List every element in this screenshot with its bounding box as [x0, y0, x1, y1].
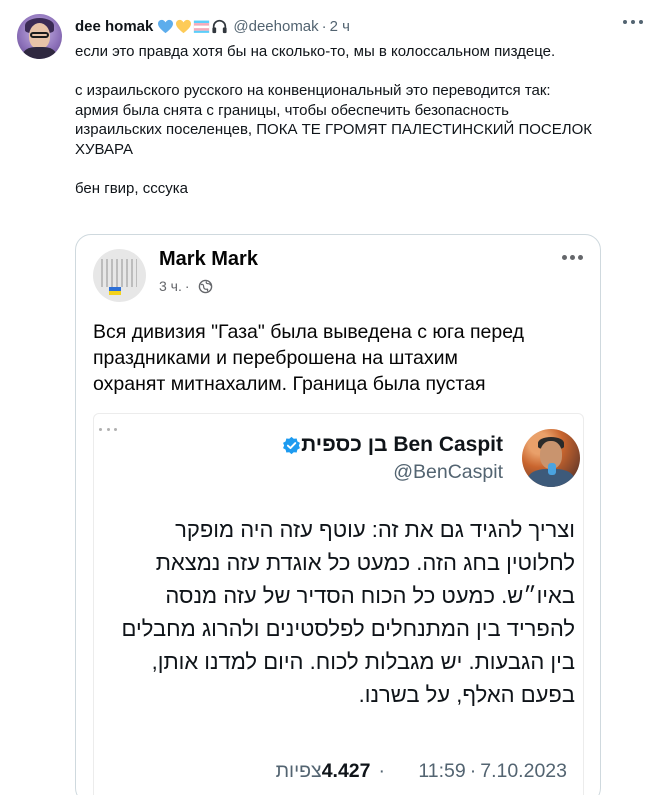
- quote-author-name[interactable]: Mark Mark: [159, 248, 258, 271]
- quote-meta: 3 ч. ·: [159, 278, 213, 294]
- author-handle[interactable]: @deehomak: [233, 18, 318, 35]
- ukraine-flag-icon: [109, 287, 121, 295]
- embedded-time: 11:59: [418, 760, 466, 782]
- avatar[interactable]: [17, 14, 62, 59]
- views-count: 4.427: [321, 760, 371, 782]
- verified-badge-icon: [283, 436, 301, 454]
- text-line: Вся дивизия "Газа" была выведена с юга п…: [93, 321, 524, 343]
- author-name[interactable]: dee homak: [75, 18, 153, 35]
- blue-heart-icon: [158, 19, 174, 33]
- more-options-icon[interactable]: [623, 14, 643, 30]
- embedded-views: צפיות 4.427 ·: [276, 760, 389, 783]
- separator: ·: [378, 760, 386, 782]
- text-line: праздниками и переброшена на штахим: [93, 347, 458, 369]
- text-line: וצריך להגיד גם את זה: עוטף עזה היה מופקר: [175, 517, 575, 542]
- tweet: dee homak @deehomak · 2 ч если это правд…: [0, 0, 655, 795]
- quote-more-options-icon[interactable]: [562, 254, 583, 260]
- text-line: охранят митнахалим. Граница была пустая: [93, 373, 486, 395]
- avatar: [522, 429, 580, 487]
- attached-image[interactable]: Mark Mark 3 ч. · Вся дивизия "Газа" была…: [75, 234, 601, 795]
- text-line: באיו״ש. כמעט כל הכוח הסדיר של עזה מנסה: [165, 583, 575, 608]
- more-options-icon: [99, 428, 117, 432]
- separator: ·: [469, 760, 477, 782]
- tweet-text: если это правда хотя бы на сколько-то, м…: [75, 42, 635, 198]
- text-line: израильских поселенцев, ПОКА ТЕ ГРОМЯТ П…: [75, 121, 592, 138]
- text-line: армия была снята с границы, чтобы обеспе…: [75, 101, 509, 119]
- embedded-text: וצריך להגיד גם את זה: עוטף עזה היה מופקר…: [105, 513, 575, 711]
- headphones-icon: [212, 19, 227, 33]
- text-line: בין הגבעות. יש מגבלות לכוח. היום למדנו א…: [151, 649, 575, 674]
- yellow-heart-icon: [176, 19, 192, 33]
- text-line: [75, 62, 635, 82]
- text-line: בפעם האלף, על בשרנו.: [358, 682, 575, 707]
- quote-timestamp[interactable]: 3 ч.: [159, 278, 182, 294]
- name-emojis: [157, 19, 228, 34]
- globe-icon: [198, 279, 212, 293]
- timestamp[interactable]: 2 ч: [330, 18, 350, 35]
- separator: ·: [184, 278, 190, 294]
- quote-avatar[interactable]: [93, 249, 146, 302]
- embedded-handle: @BenCaspit: [393, 461, 503, 483]
- text-line: с израильского русского на конвенциональ…: [75, 82, 551, 99]
- embedded-date: 7.10.2023: [480, 760, 567, 782]
- text-line: [75, 159, 635, 179]
- embedded-display-name: Ben Caspit בן כספית: [277, 433, 503, 457]
- text-line: ХУВАРА: [75, 140, 134, 158]
- text-line: если это правда хотя бы на сколько-то, м…: [75, 43, 556, 60]
- text-line: לחלוטין בחג הזה. כמעט כל אוגדת עזה נמצאת: [155, 550, 575, 575]
- quote-text: Вся дивизия "Газа" была выведена с юга п…: [93, 319, 588, 397]
- text-line: להפריד בין המתנחלים לפלסטינים ולהרוג מחב…: [121, 616, 575, 641]
- views-label: צפיות: [275, 760, 322, 782]
- transgender-flag-icon: [194, 20, 210, 33]
- separator: ·: [321, 17, 327, 35]
- embedded-tweet-screenshot: Ben Caspit בן כספית @BenCaspit וצריך להג…: [93, 413, 584, 795]
- tweet-header: dee homak @deehomak · 2 ч: [75, 16, 350, 36]
- text-line: бен гвир, сссука: [75, 179, 188, 197]
- microphone-icon: [548, 463, 556, 475]
- embedded-footer: 11:59 · 7.10.2023: [418, 760, 567, 783]
